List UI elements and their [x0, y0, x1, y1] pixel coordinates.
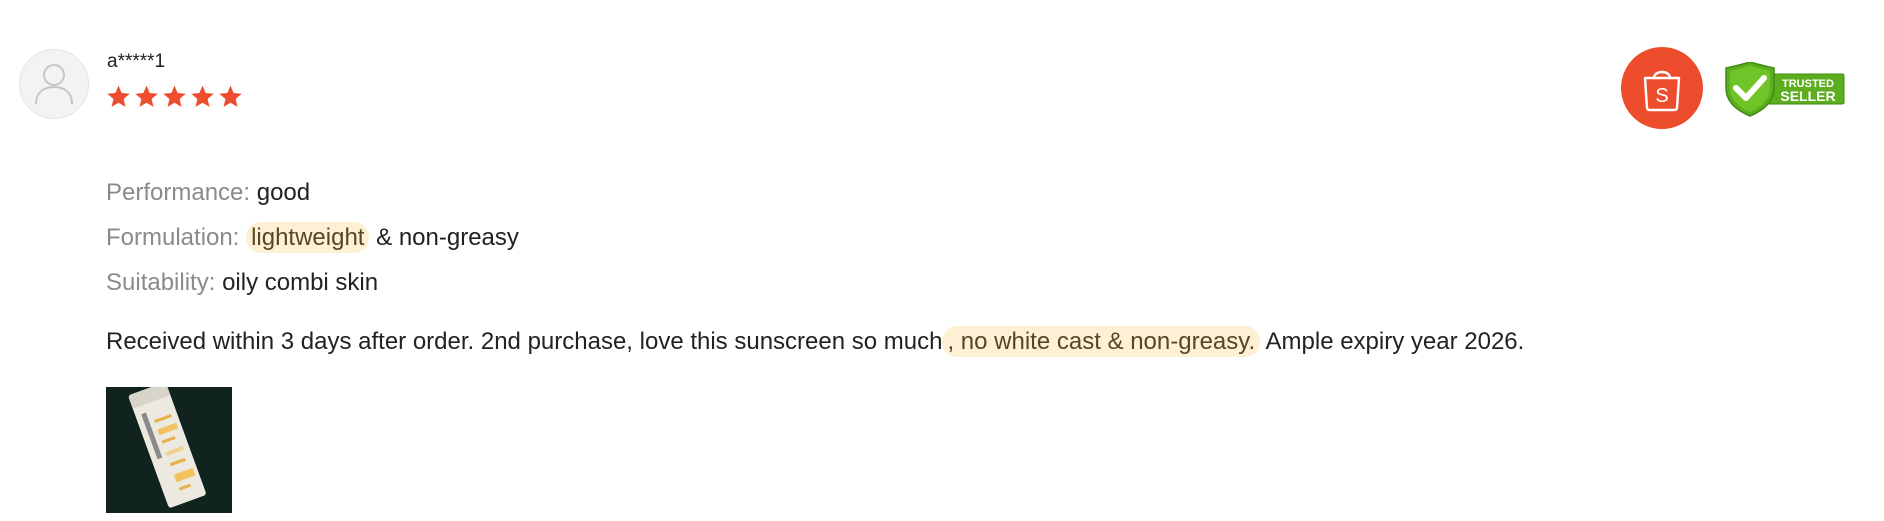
trusted-seller-shield-icon: TRUSTED SELLER: [1725, 61, 1845, 117]
review-text-highlight: , no white cast & non-greasy.: [942, 326, 1261, 357]
shopping-bag-icon: S: [1643, 70, 1681, 112]
attribute-label: Performance:: [106, 179, 251, 206]
avatar[interactable]: [19, 49, 89, 119]
shop-letter: S: [1655, 85, 1668, 107]
reviewer-username: a*****1: [107, 51, 166, 72]
sunscreen-tube-photo: [106, 387, 232, 513]
attribute-value: & non-greasy: [369, 224, 519, 251]
review-attributes: Performance: good Formulation: lightweig…: [106, 178, 519, 313]
attribute-value: good: [256, 179, 311, 206]
attribute-label: Formulation:: [106, 224, 240, 251]
user-icon: [35, 64, 73, 105]
review-text-part: Ample expiry year 2026.: [1260, 328, 1525, 355]
shop-badge: S: [1621, 47, 1703, 129]
star-rating: [106, 84, 243, 109]
attribute-suitability: Suitability: oily combi skin: [106, 268, 519, 298]
trusted-line2: SELLER: [1780, 88, 1835, 104]
attribute-label: Suitability:: [106, 269, 216, 296]
star-icon: [191, 85, 214, 107]
review-photo-thumbnail[interactable]: [106, 387, 232, 513]
attribute-highlight: lightweight: [246, 222, 370, 253]
review-text: Received within 3 days after order. 2nd …: [106, 325, 1524, 359]
attribute-performance: Performance: good: [106, 178, 519, 208]
star-icon: [107, 85, 130, 107]
attribute-value: oily combi skin: [222, 269, 379, 296]
attribute-formulation: Formulation: lightweight & non-greasy: [106, 222, 519, 253]
trusted-seller-badge: TRUSTED SELLER: [1722, 61, 1846, 118]
star-icon: [219, 85, 242, 107]
star-icon: [163, 85, 186, 107]
star-icon: [135, 85, 158, 107]
review-text-part: Received within 3 days after order. 2nd …: [106, 328, 943, 355]
